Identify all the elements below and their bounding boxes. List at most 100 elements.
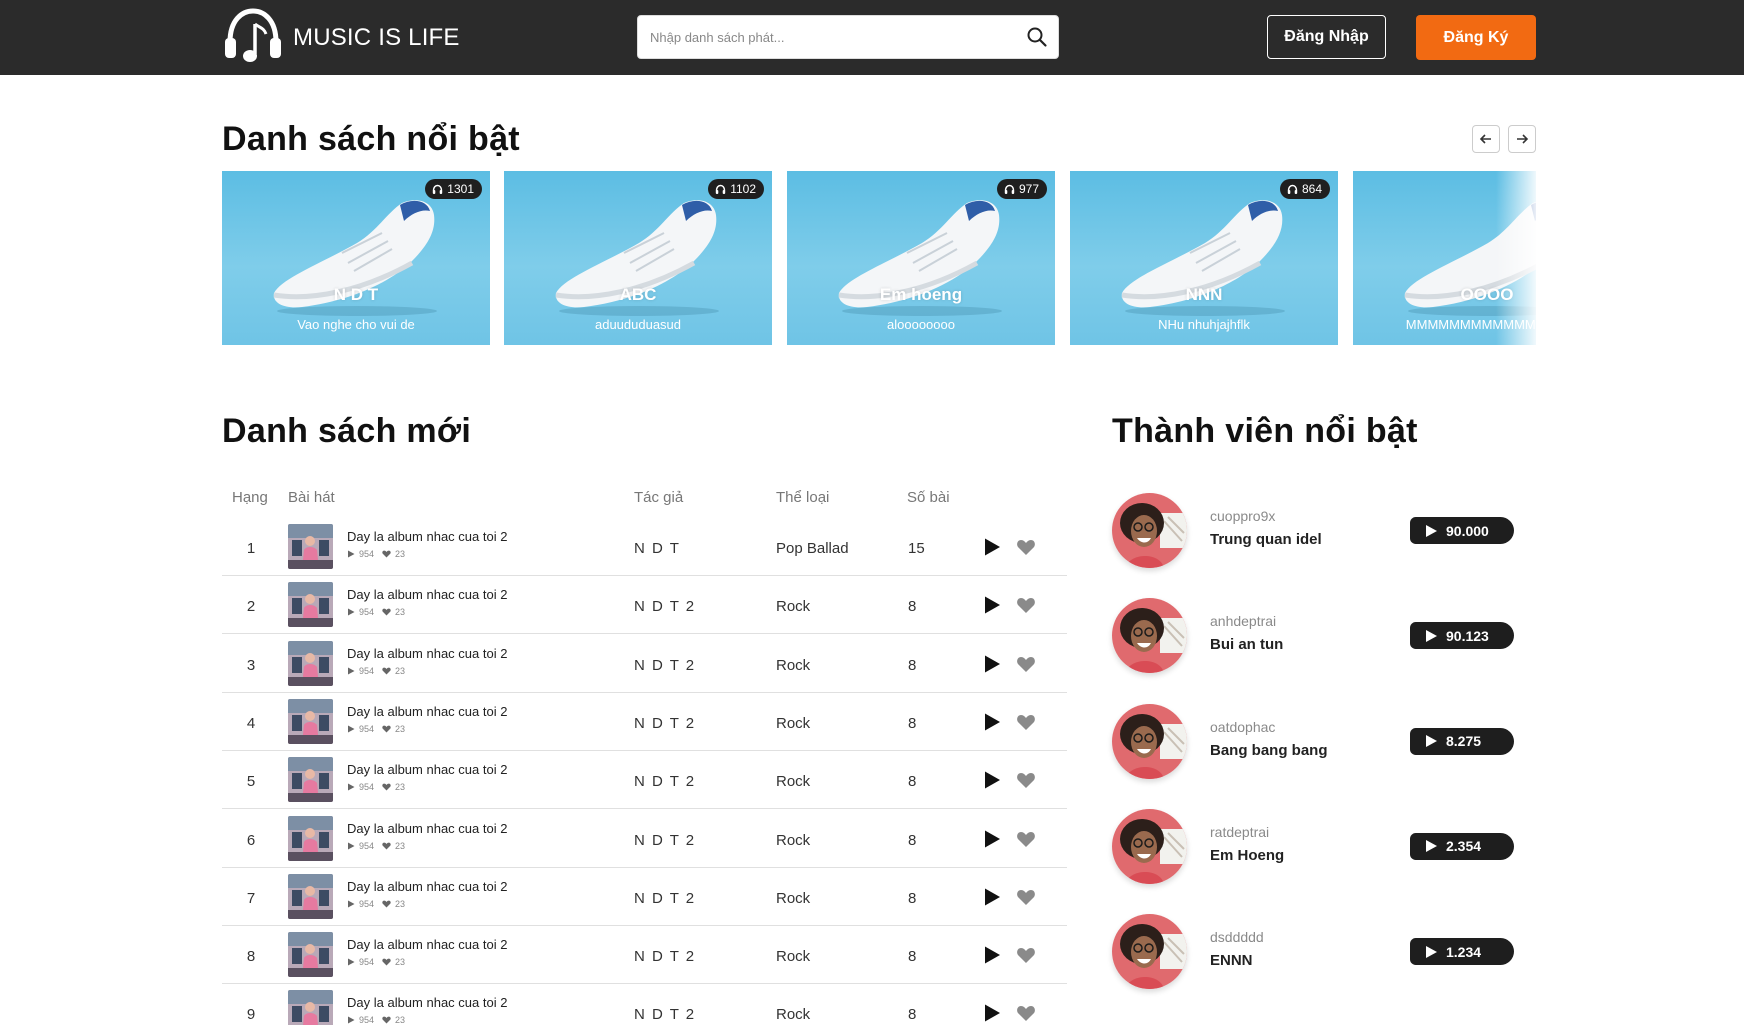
album-cover[interactable] — [288, 698, 333, 744]
avatar[interactable] — [1112, 808, 1187, 884]
member-play-count-badge[interactable]: 8.275 — [1410, 727, 1514, 755]
play-icon[interactable] — [982, 595, 1002, 615]
play-icon[interactable] — [982, 654, 1002, 674]
member-play-count-badge[interactable]: 1.234 — [1410, 938, 1514, 966]
featured-playlist-card[interactable]: 1102 ABC aduududuasud — [504, 171, 772, 345]
register-button[interactable]: Đăng Ký — [1416, 15, 1536, 60]
album-title[interactable]: Day la album nhac cua toi 2 — [347, 762, 507, 777]
member-display-name[interactable]: Em Hoeng — [1210, 847, 1284, 864]
play-icon[interactable] — [982, 712, 1002, 732]
heart-icon[interactable] — [1016, 770, 1036, 790]
member-username[interactable]: cuoppro9x — [1210, 508, 1275, 524]
member-username[interactable]: oatdophac — [1210, 719, 1275, 735]
author-name[interactable]: N D T 2 — [634, 890, 696, 907]
member-item[interactable]: dsddddd ENNN 1.234 — [1112, 914, 1562, 990]
album-cover[interactable] — [288, 815, 333, 861]
heart-icon[interactable] — [1016, 712, 1036, 732]
album-title[interactable]: Day la album nhac cua toi 2 — [347, 821, 507, 836]
genre-label[interactable]: Rock — [776, 1006, 810, 1023]
carousel-next-button[interactable] — [1508, 125, 1536, 153]
play-icon[interactable] — [982, 887, 1002, 907]
avatar[interactable] — [1112, 598, 1187, 674]
play-icon[interactable] — [982, 537, 1002, 557]
play-icon[interactable] — [982, 829, 1002, 849]
member-item[interactable]: oatdophac Bang bang bang 8.275 — [1112, 703, 1562, 780]
member-item[interactable]: anhdeptrai Bui an tun 90.123 — [1112, 598, 1562, 674]
album-title[interactable]: Day la album nhac cua toi 2 — [347, 529, 507, 544]
member-display-name[interactable]: Trung quan idel — [1210, 531, 1322, 548]
search-input[interactable] — [638, 16, 1008, 58]
member-username[interactable]: dsddddd — [1210, 929, 1264, 945]
heart-icon[interactable] — [1016, 595, 1036, 615]
member-username[interactable]: ratdeptrai — [1210, 824, 1269, 840]
avatar[interactable] — [1112, 914, 1187, 990]
member-display-name[interactable]: Bui an tun — [1210, 636, 1283, 653]
album-cover[interactable] — [288, 524, 333, 569]
table-row[interactable]: 9 Day la album nhac cua toi 2 954 23 N D… — [222, 984, 1067, 1025]
album-cover[interactable] — [288, 582, 333, 628]
genre-label[interactable]: Rock — [776, 948, 810, 965]
album-cover[interactable] — [288, 757, 333, 803]
member-play-count-badge[interactable]: 90.123 — [1410, 622, 1514, 650]
heart-icon[interactable] — [1016, 537, 1036, 557]
heart-icon[interactable] — [1016, 654, 1036, 674]
album-cover[interactable] — [288, 640, 333, 686]
heart-icon[interactable] — [1016, 1003, 1036, 1023]
avatar[interactable] — [1112, 493, 1187, 568]
author-name[interactable]: N D T 2 — [634, 832, 696, 849]
genre-label[interactable]: Rock — [776, 832, 810, 849]
author-name[interactable]: N D T 2 — [634, 715, 696, 732]
genre-label[interactable]: Rock — [776, 773, 810, 790]
play-icon[interactable] — [982, 1003, 1002, 1023]
genre-label[interactable]: Rock — [776, 890, 810, 907]
album-cover[interactable] — [288, 990, 333, 1025]
table-row[interactable]: 2 Day la album nhac cua toi 2 954 23 N D… — [222, 576, 1067, 635]
play-icon[interactable] — [982, 945, 1002, 965]
genre-label[interactable]: Rock — [776, 598, 810, 615]
search-icon[interactable] — [1026, 26, 1048, 48]
heart-icon[interactable] — [1016, 887, 1036, 907]
featured-playlist-card[interactable]: 1301 N D T Vao nghe cho vui de — [222, 171, 490, 345]
author-name[interactable]: N D T 2 — [634, 1006, 696, 1023]
member-play-count-badge[interactable]: 2.354 — [1410, 832, 1514, 860]
album-title[interactable]: Day la album nhac cua toi 2 — [347, 995, 507, 1010]
author-name[interactable]: N D T 2 — [634, 657, 696, 674]
album-title[interactable]: Day la album nhac cua toi 2 — [347, 704, 507, 719]
avatar[interactable] — [1112, 703, 1187, 779]
member-item[interactable]: ratdeptrai Em Hoeng 2.354 — [1112, 808, 1562, 885]
brand-name[interactable]: MUSIC IS LIFE — [293, 24, 460, 52]
author-name[interactable]: N D T 2 — [634, 598, 696, 615]
headphones-music-logo-icon[interactable] — [222, 6, 284, 68]
genre-label[interactable]: Rock — [776, 657, 810, 674]
table-row[interactable]: 1 Day la album nhac cua toi 2 954 23 N D… — [222, 518, 1067, 576]
member-display-name[interactable]: ENNN — [1210, 952, 1253, 969]
play-icon[interactable] — [982, 770, 1002, 790]
table-row[interactable]: 7 Day la album nhac cua toi 2 954 23 N D… — [222, 868, 1067, 926]
album-title[interactable]: Day la album nhac cua toi 2 — [347, 879, 507, 894]
heart-icon[interactable] — [1016, 945, 1036, 965]
featured-playlist-card[interactable]: 977 Em hoeng aloooooooo — [787, 171, 1055, 345]
login-button[interactable]: Đăng Nhập — [1267, 15, 1386, 59]
member-display-name[interactable]: Bang bang bang — [1210, 742, 1328, 759]
member-play-count-badge[interactable]: 90.000 — [1410, 517, 1514, 544]
table-row[interactable]: 3 Day la album nhac cua toi 2 954 23 N D… — [222, 635, 1067, 693]
album-cover[interactable] — [288, 873, 333, 919]
table-row[interactable]: 5 Day la album nhac cua toi 2 954 23 N D… — [222, 751, 1067, 810]
featured-playlist-card[interactable]: 864 NNN NHu nhuhjajhflk — [1070, 171, 1338, 345]
album-title[interactable]: Day la album nhac cua toi 2 — [347, 937, 507, 952]
album-title[interactable]: Day la album nhac cua toi 2 — [347, 646, 507, 661]
table-row[interactable]: 4 Day la album nhac cua toi 2 954 23 N D… — [222, 693, 1067, 751]
carousel-prev-button[interactable] — [1472, 125, 1500, 153]
author-name[interactable]: N D T 2 — [634, 773, 696, 790]
album-title[interactable]: Day la album nhac cua toi 2 — [347, 587, 507, 602]
genre-label[interactable]: Pop Ballad — [776, 540, 849, 557]
genre-label[interactable]: Rock — [776, 715, 810, 732]
album-cover[interactable] — [288, 932, 333, 978]
table-row[interactable]: 6 Day la album nhac cua toi 2 954 23 N D… — [222, 810, 1067, 868]
author-name[interactable]: N D T — [634, 540, 680, 557]
member-item[interactable]: cuoppro9x Trung quan idel 90.000 — [1112, 493, 1562, 569]
member-username[interactable]: anhdeptrai — [1210, 613, 1276, 629]
author-name[interactable]: N D T 2 — [634, 948, 696, 965]
heart-icon[interactable] — [1016, 829, 1036, 849]
table-row[interactable]: 8 Day la album nhac cua toi 2 954 23 N D… — [222, 926, 1067, 985]
